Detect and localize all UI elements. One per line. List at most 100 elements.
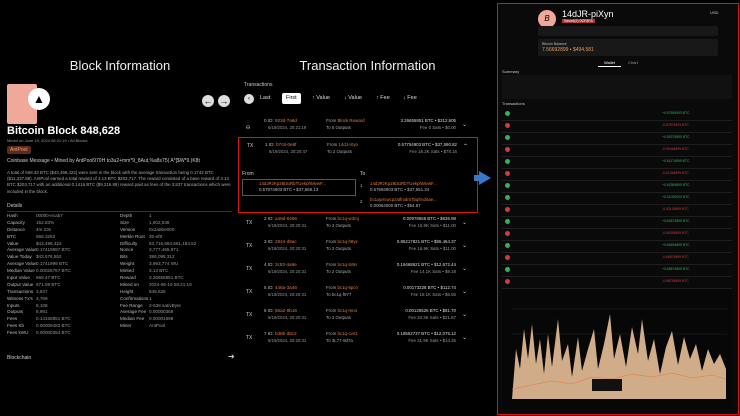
detail-right-row: Size 1,602,538 xyxy=(120,220,235,227)
tx-row[interactable]: TX 2 ID: a49d-6466 6/19/2024, 20:20:31 F… xyxy=(240,213,492,235)
pager-fee-up[interactable]: ↑ Fee xyxy=(372,93,394,104)
pager-value-up[interactable]: ↑ Value xyxy=(308,93,334,104)
tx-to: To 3L77-9d7a xyxy=(326,338,353,343)
input-value: 0.57874903 BTC • $37,668.13 xyxy=(259,187,319,192)
detail-key: Difficulty xyxy=(120,240,138,246)
wallet-tx-row[interactable]: -0.68754899 BTC xyxy=(502,276,732,289)
detail-key: Miner xyxy=(120,323,132,329)
pool-badge[interactable]: AntPool xyxy=(7,146,31,154)
block-section-title: Block Information xyxy=(69,58,171,73)
tx-id[interactable]: 7 ID: b38b-d8c2 xyxy=(264,331,297,336)
tx-id[interactable]: 0 ID: 923d-7a6d xyxy=(264,118,297,123)
tx-from[interactable]: From bc1q-5pcn xyxy=(326,285,358,290)
detail-left-row: BTC 668.3283 xyxy=(7,234,117,241)
tx-date: 6/19/2024, 20:20:31 xyxy=(268,338,307,343)
wallet-panel: B 14dJR-piXyn Saved(2) 0CF8FA USD Bitcoi… xyxy=(497,3,739,415)
tx-from[interactable]: From bc1q-cvn1 xyxy=(326,331,358,336)
tx-id[interactable]: 5 ID: 446a-3a46 xyxy=(264,285,297,290)
expand-chevron-icon[interactable]: ⌄ xyxy=(462,265,467,272)
tx-row[interactable]: TX 5 ID: 446a-3a46 6/19/2024, 20:20:31 F… xyxy=(240,282,492,304)
transaction-panel: Transaction Information Transactions ‹ L… xyxy=(238,0,495,416)
detail-key: Hash xyxy=(7,213,18,218)
wallet-chart xyxy=(502,289,732,409)
tx-id[interactable]: 1 ID: b7c8-0e8f xyxy=(265,142,296,147)
tx-row[interactable]: TX 6 ID: 55a2-9b16 6/19/2024, 20:20:31 F… xyxy=(240,305,492,327)
next-block-button[interactable]: → xyxy=(218,95,230,107)
output-1-address[interactable]: 14dJRzKp28i3uRbTUekphMvwF... xyxy=(370,181,437,186)
tx-id-value: b38b-d8c2 xyxy=(274,331,297,336)
currency-selector[interactable]: USD xyxy=(710,10,718,15)
tx-from[interactable]: From bc1q-h8yx xyxy=(326,239,358,244)
wallet-tx-amount: -0.57874903 BTC xyxy=(662,123,689,127)
detail-key: Output Value xyxy=(7,281,34,287)
tx-to: To 2 Outputs xyxy=(327,149,352,154)
detail-right-row: Height 848,628 xyxy=(120,289,235,296)
detail-value: 848,628 xyxy=(149,288,166,294)
expanded-transaction[interactable]: TX 1 ID: b7c8-0e8f 6/19/2024, 20:20:47 F… xyxy=(238,137,478,213)
detail-right-row: Bits 386,098,312 xyxy=(120,254,235,261)
tx-from-address: bc1q-tn9n xyxy=(337,262,357,267)
pager-value-down[interactable]: ↓ Value xyxy=(340,93,366,104)
tx-id[interactable]: 3 ID: 2844-d9ac xyxy=(264,239,297,244)
receive-icon xyxy=(505,135,510,140)
pager-fee-down[interactable]: ↓ Fee xyxy=(399,93,421,104)
wallet-badge: Saved(2) 0CF8FA xyxy=(562,19,595,23)
wallet-tx-amount: -0.66874899 BTC xyxy=(662,255,689,259)
prev-page-icon[interactable]: ‹ xyxy=(244,94,254,104)
receive-icon xyxy=(505,159,510,164)
tx-row[interactable]: TX 4 ID: 3c83-4a9e 6/19/2024, 20:20:31 F… xyxy=(240,259,492,281)
tx-tag: TX xyxy=(246,289,253,295)
detail-value: 3,837 xyxy=(36,288,48,294)
detail-key: Value Today xyxy=(7,254,32,260)
blockchain-arrow-icon[interactable]: ➜ xyxy=(228,352,235,361)
detail-left-row: Input Value 668.47 BTC xyxy=(7,275,117,282)
detail-right-row: Weight 3,993,774 WU xyxy=(120,261,235,268)
tx-fee: Fee 18.2K Sats • $78.16 xyxy=(409,149,457,154)
detail-key: Bits xyxy=(120,254,128,260)
pager-first[interactable]: First xyxy=(282,93,301,104)
expand-chevron-icon[interactable]: ⌄ xyxy=(462,288,467,295)
send-icon xyxy=(505,207,510,212)
detail-left-row: Distance 4m 23s xyxy=(7,227,117,234)
wallet-tx-amount: +0.68574899 BTC xyxy=(662,267,690,271)
detail-value: 0.00025767 BTC xyxy=(36,268,71,274)
detail-left-row: Hash 00000-ecab7 xyxy=(7,213,117,220)
tx-from[interactable]: From 14dJ-iXyn xyxy=(327,142,358,147)
tx-from[interactable]: From bc1q-w3mj xyxy=(326,216,359,221)
expand-chevron-icon[interactable]: ⌄ xyxy=(462,334,467,341)
pager-last[interactable]: Last xyxy=(256,93,274,104)
prev-block-button[interactable]: ← xyxy=(202,95,214,107)
tab-wallet[interactable]: Wallet xyxy=(598,59,621,67)
detail-left-row: Inputs 8,108 xyxy=(7,303,117,310)
tx-row[interactable]: TX 3 ID: 2844-d9ac 6/19/2024, 20:20:31 F… xyxy=(240,236,492,258)
detail-right-row: Difficulty 83,716,684,661,184.52 xyxy=(120,241,235,248)
tx-id[interactable]: 4 ID: 3c83-4a9e xyxy=(264,262,297,267)
tx-row[interactable]: TX 7 ID: b38b-d8c2 6/19/2024, 20:20:31 F… xyxy=(240,328,492,350)
detail-left-row: Value Today $43,578,552 xyxy=(7,254,117,261)
block-title: Bitcoin Block 848,628 xyxy=(7,125,121,137)
input-address[interactable]: 14dJRzKp28i3uRbTUekphMvwF... xyxy=(259,181,326,186)
wallet-tx-amount: +0.61174899 BTC xyxy=(662,159,690,163)
expand-chevron-icon[interactable]: ⌄ xyxy=(462,242,467,249)
detail-left-row: Transactions 3,837 xyxy=(7,289,117,296)
tx-amount: 0.85217821 BTC • $55,464.37 xyxy=(396,239,456,244)
tx-id[interactable]: 2 ID: a49d-6466 xyxy=(264,216,297,221)
detail-left-row: Fees 0.14155851 BTC xyxy=(7,316,117,323)
detail-value: 8,981 xyxy=(36,309,48,315)
detail-key: Average Value xyxy=(7,261,37,267)
tx-id[interactable]: 6 ID: 55a2-9b16 xyxy=(264,308,297,313)
tx-from[interactable]: From bc1q-tn9n xyxy=(326,262,357,267)
detail-value: 8,108 xyxy=(36,302,48,308)
tx-from[interactable]: From Block Reward xyxy=(326,118,365,123)
collapse-chevron-icon[interactable]: ⌃ xyxy=(463,143,468,150)
antpool-icon: ▲ xyxy=(28,88,50,110)
tx-date: 6/19/2024, 20:20:31 xyxy=(268,269,307,274)
detail-value: 0.00009483 BTC xyxy=(36,323,71,329)
tab-chart[interactable]: Chart xyxy=(622,59,644,66)
expand-chevron-icon[interactable]: ⌄ xyxy=(462,311,467,318)
tx-row[interactable]: 🜔 0 ID: 923d-7a6d 6/19/2024, 20:21:19 Fr… xyxy=(240,115,492,137)
expand-chevron-icon[interactable]: ⌄ xyxy=(462,121,467,128)
tx-from[interactable]: From bc1q-mn4 xyxy=(326,308,357,313)
output-2-address[interactable]: bc1qwrcwcpzatfrvdm75qfrnd4ae... xyxy=(370,197,437,202)
expand-chevron-icon[interactable]: ⌄ xyxy=(462,219,467,226)
